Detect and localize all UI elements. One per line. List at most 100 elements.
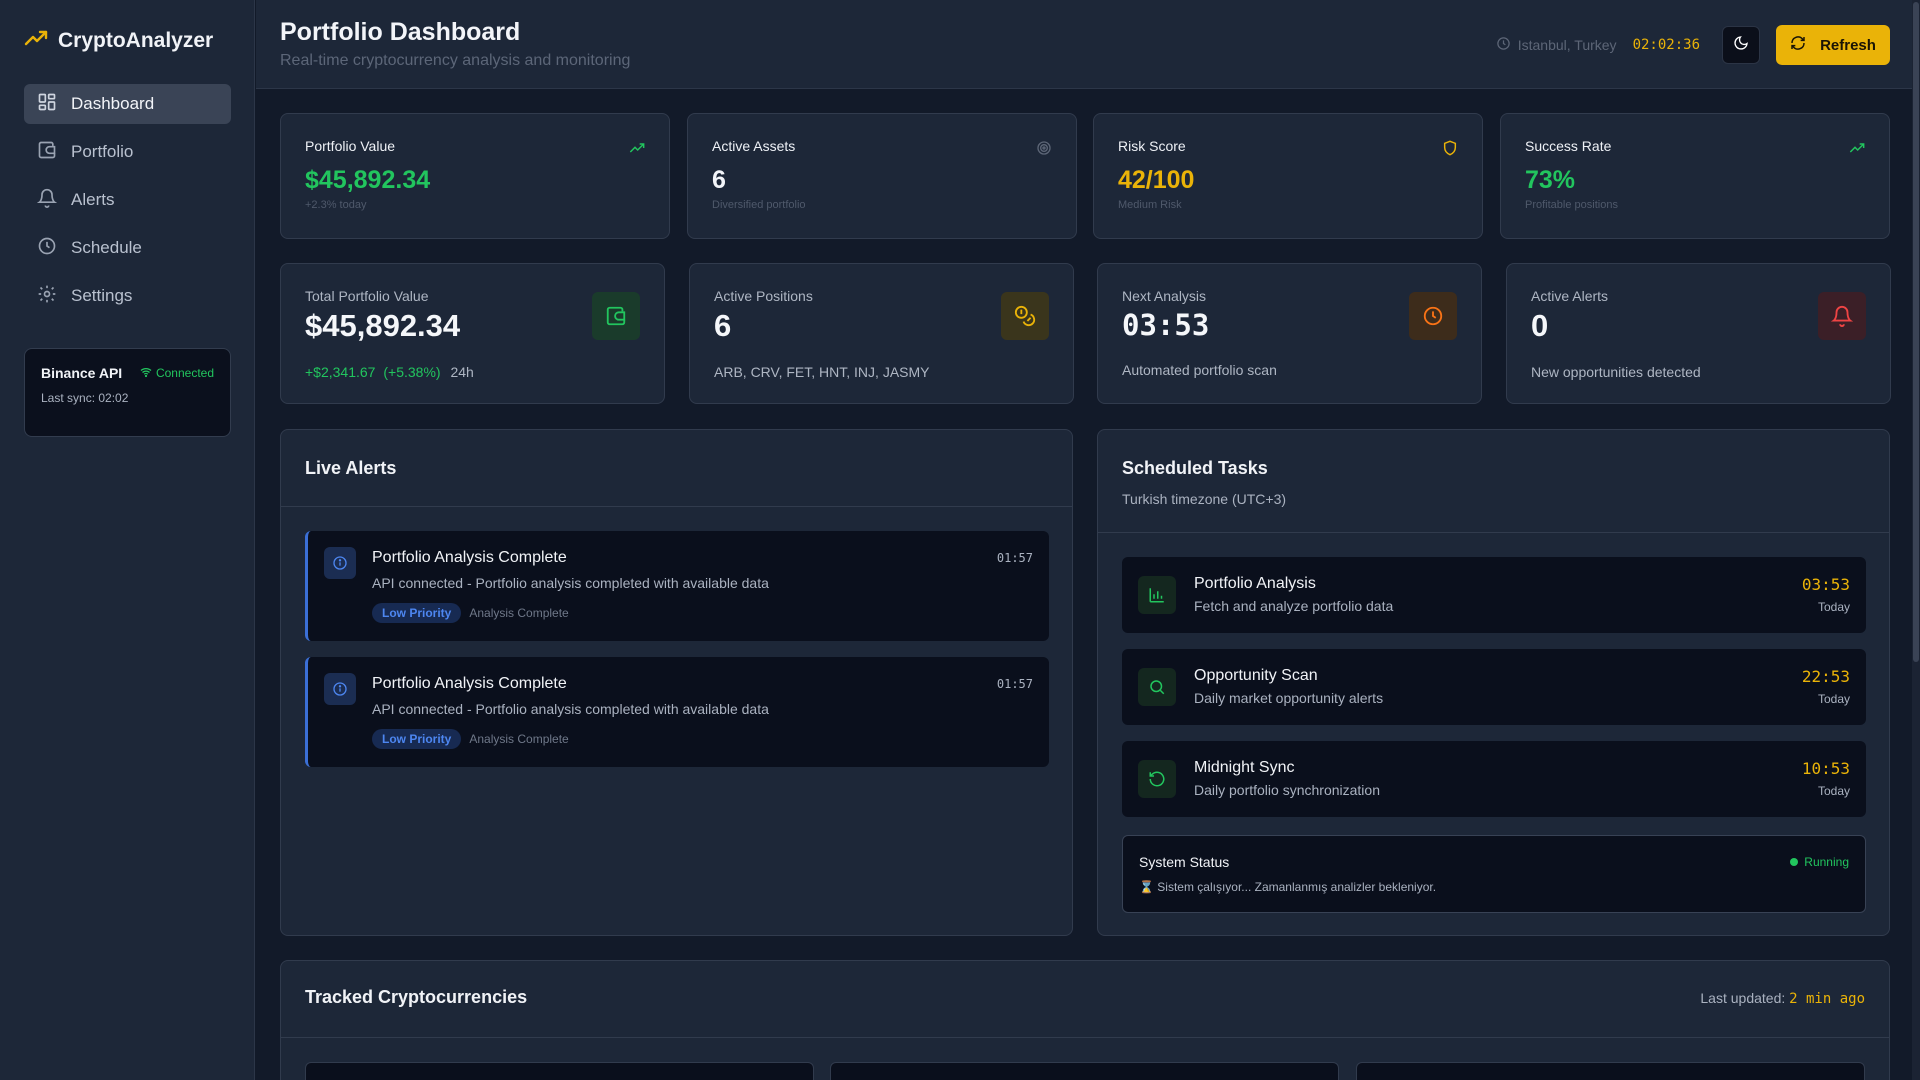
alert-tag: Analysis Complete: [469, 606, 569, 620]
sidebar-nav: Dashboard Portfolio Alerts Schedule Sett…: [24, 84, 231, 324]
stat-label: Active Assets: [712, 138, 796, 154]
bar-chart-icon: [1138, 576, 1176, 614]
page-title: Portfolio Dashboard: [280, 18, 521, 46]
api-last-sync: Last sync: 02:02: [41, 391, 129, 405]
brand-name: CryptoAnalyzer: [58, 28, 214, 52]
task-day: Today: [1817, 692, 1850, 706]
bell-icon: [1818, 292, 1866, 340]
stat-card-active-assets: Active Assets 6 Diversified portfolio: [687, 113, 1077, 239]
overview-value: 0: [1531, 308, 1549, 343]
scrollbar-thumb[interactable]: [1913, 2, 1919, 662]
refresh-button[interactable]: Refresh: [1776, 25, 1890, 65]
clock-icon: [37, 236, 57, 261]
brand[interactable]: CryptoAnalyzer: [24, 26, 213, 55]
divider: [281, 506, 1072, 507]
alert-tags: Low Priority Analysis Complete: [372, 729, 569, 749]
system-status: Running: [1790, 855, 1849, 869]
panel-header: Scheduled Tasks Turkish timezone (UTC+3): [1122, 458, 1286, 507]
task-item[interactable]: Portfolio Analysis Fetch and analyze por…: [1122, 557, 1866, 633]
search-icon: [1138, 668, 1176, 706]
change-amount: +$2,341.67: [305, 364, 376, 380]
panel-title: Tracked Cryptocurrencies: [305, 987, 528, 1007]
trending-up-icon: [24, 26, 48, 55]
alert-tag: Analysis Complete: [469, 732, 569, 746]
status-dot: [1790, 858, 1799, 866]
bell-icon: [36, 188, 58, 213]
wifi-icon: [140, 366, 152, 381]
sidebar-item-alerts[interactable]: Alerts: [24, 180, 231, 220]
overview-change: +$2,341.67 (+5.38%) 24h: [305, 364, 640, 380]
sidebar-item-portfolio[interactable]: Portfolio: [24, 132, 231, 172]
coins-icon: [1001, 292, 1049, 340]
task-title: Midnight Sync: [1194, 759, 1295, 776]
alert-item[interactable]: Portfolio Analysis Complete API connecte…: [305, 657, 1049, 767]
current-time: 02:02:36: [1632, 37, 1700, 53]
last-updated-label: Last updated:: [1700, 990, 1786, 1006]
api-status-label: Connected: [155, 366, 214, 380]
alert-item[interactable]: Portfolio Analysis Complete API connecte…: [305, 531, 1049, 641]
task-item[interactable]: Midnight Sync Daily portfolio synchroniz…: [1122, 741, 1866, 817]
dashboard-icon: [37, 92, 57, 117]
last-updated-value: 2 min ago: [1789, 991, 1865, 1007]
scheduled-tasks-panel: Scheduled Tasks Turkish timezone (UTC+3)…: [1097, 429, 1890, 936]
overview-card-total-value: Total Portfolio Value $45,892.34 +$2,341…: [280, 263, 665, 404]
task-time: 03:53: [1801, 575, 1850, 594]
theme-toggle-button[interactable]: [1722, 26, 1760, 64]
info-icon: [324, 547, 356, 579]
alert-desc: API connected - Portfolio analysis compl…: [372, 701, 769, 717]
scrollbar[interactable]: [1912, 0, 1920, 1080]
sidebar-item-label: Dashboard: [71, 94, 155, 113]
sidebar-item-label: Alerts: [71, 190, 115, 209]
wallet-icon: [37, 140, 57, 165]
system-status-title: System Status: [1139, 854, 1230, 870]
overview-value: 6: [714, 308, 732, 343]
stat-sub: Medium Risk: [1118, 199, 1182, 211]
panel-subtitle: Turkish timezone (UTC+3): [1122, 491, 1287, 507]
sidebar-item-dashboard[interactable]: Dashboard: [24, 84, 231, 124]
trending-up-icon: [1849, 140, 1865, 161]
trending-up-icon: [629, 140, 645, 161]
clock-icon: [1496, 36, 1511, 54]
task-title: Opportunity Scan: [1194, 667, 1318, 684]
panel-title: Scheduled Tasks: [1122, 458, 1268, 478]
task-time: 22:53: [1801, 667, 1850, 686]
stat-value: 6: [712, 166, 726, 194]
task-desc: Daily market opportunity alerts: [1194, 690, 1384, 706]
overview-sub: Automated portfolio scan: [1122, 362, 1277, 378]
task-day: Today: [1817, 784, 1850, 798]
overview-label: Active Alerts: [1531, 288, 1609, 304]
stat-value: $45,892.34: [305, 166, 431, 194]
crypto-card[interactable]: [1356, 1062, 1865, 1080]
shield-icon: [1442, 140, 1458, 161]
divider: [1098, 532, 1889, 533]
task-time: 10:53: [1801, 759, 1850, 778]
overview-sub: ARB, CRV, FET, HNT, INJ, JASMY: [714, 364, 930, 380]
tracked-crypto-panel: Tracked Cryptocurrencies Last updated: 2…: [280, 960, 1890, 1080]
sidebar: CryptoAnalyzer Dashboard Portfolio Alert…: [0, 0, 255, 1080]
change-percent: (+5.38%): [383, 364, 441, 380]
api-status-card: Binance API Connected Last sync: 02:02: [24, 348, 231, 437]
stat-label: Success Rate: [1525, 138, 1612, 154]
target-icon: [1036, 140, 1052, 161]
alert-time: 01:57: [996, 551, 1033, 565]
task-item[interactable]: Opportunity Scan Daily market opportunit…: [1122, 649, 1866, 725]
location-label: Istanbul, Turkey: [1517, 37, 1617, 53]
live-alerts-panel: Live Alerts Portfolio Analysis Complete …: [280, 429, 1073, 936]
last-updated: Last updated: 2 min ago: [1700, 990, 1865, 1007]
system-status-label: Running: [1804, 855, 1849, 869]
change-period: 24h: [450, 364, 474, 380]
stat-sub: Diversified portfolio: [712, 199, 806, 211]
sidebar-item-schedule[interactable]: Schedule: [24, 228, 231, 268]
alert-time: 01:57: [996, 677, 1033, 691]
stat-card-portfolio-value: Portfolio Value $45,892.34 +2.3% today: [280, 113, 670, 239]
crypto-card[interactable]: [305, 1062, 814, 1080]
stat-label: Portfolio Value: [305, 138, 396, 154]
stat-sub: +2.3% today: [305, 199, 367, 211]
sidebar-item-settings[interactable]: Settings: [24, 276, 231, 316]
overview-card-active-positions: Active Positions 6 ARB, CRV, FET, HNT, I…: [689, 263, 1074, 404]
stat-value: 73%: [1525, 166, 1576, 194]
crypto-card[interactable]: [830, 1062, 1339, 1080]
sidebar-item-label: Portfolio: [71, 142, 134, 161]
stat-sub: Profitable positions: [1525, 199, 1618, 211]
task-desc: Fetch and analyze portfolio data: [1194, 598, 1394, 614]
